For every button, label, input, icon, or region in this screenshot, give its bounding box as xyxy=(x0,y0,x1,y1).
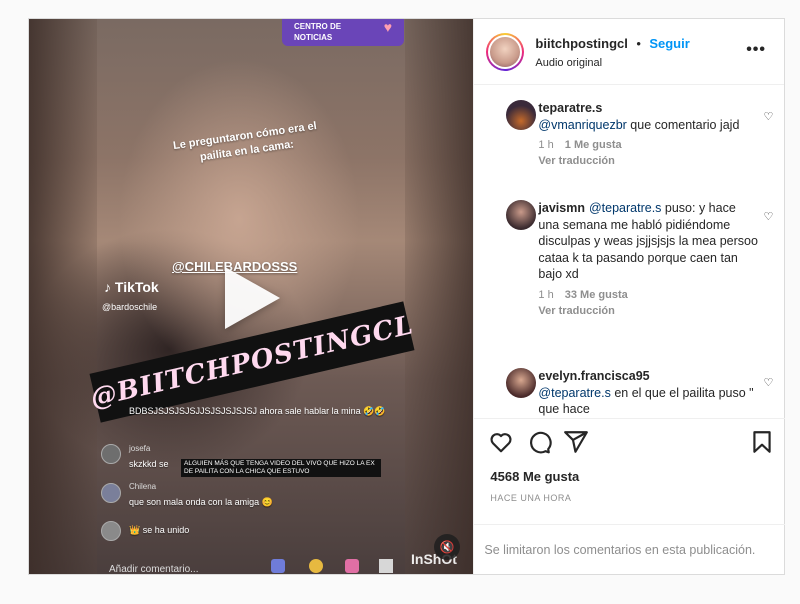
share-arrow-icon xyxy=(379,559,393,573)
comment-meta: 1 h 1 Me gusta xyxy=(538,139,758,151)
tiktok-brand: TikTok xyxy=(114,279,159,295)
post-side-panel: biitchpostingcl • Seguir Audio original … xyxy=(473,19,786,574)
avatar-inner xyxy=(488,34,523,69)
comments-list[interactable]: teparatre.s @vmanriquezbr que comentario… xyxy=(474,86,785,417)
comment-text: javismn @teparatre.s puso: y hace una sem… xyxy=(538,200,758,283)
mute-icon[interactable]: 🔇 xyxy=(434,534,460,560)
comment-time: 1 h xyxy=(538,288,554,301)
tiktok-username: @bardoschile xyxy=(102,302,158,312)
comment-item: javismn @teparatre.s puso: y hace una sem… xyxy=(506,200,758,317)
post-media[interactable]: CENTRO DE NOTICIAS ♥ Le preguntaron cómo… xyxy=(29,19,474,574)
comments-limited-notice: Se limitaron los comentarios en esta pub… xyxy=(474,524,786,574)
chat-name: josefa xyxy=(129,444,151,453)
translate-link[interactable]: Ver traducción xyxy=(538,155,758,167)
follow-button[interactable]: Seguir xyxy=(649,36,689,51)
comment-username[interactable]: evelyn.francisca95 xyxy=(538,369,649,383)
chat-message-3: que son mala onda con la amiga 😊 xyxy=(129,497,273,507)
comment-like-icon[interactable]: ♡ xyxy=(764,376,774,389)
join-avatar xyxy=(101,521,121,541)
post-time[interactable]: HACE UNA HORA xyxy=(490,493,571,503)
comment-likes[interactable]: 1 Me gusta xyxy=(565,139,622,151)
chat-join: 👑 se ha unido xyxy=(129,525,190,535)
like-icon[interactable] xyxy=(488,429,514,455)
comment-avatar[interactable] xyxy=(506,100,537,130)
video-blur-left xyxy=(29,19,97,574)
heart-icon: ♥ xyxy=(383,19,392,35)
comment-time: 1 h xyxy=(538,139,554,151)
chat-avatar xyxy=(101,444,121,464)
comment-item: evelyn.francisca95 @teparatre.s en el qu… xyxy=(506,368,758,417)
comment-avatar[interactable] xyxy=(506,368,537,398)
translate-link[interactable]: Ver traducción xyxy=(538,305,758,317)
comment-text: evelyn.francisca95 @teparatre.s en el qu… xyxy=(538,368,758,417)
video-blur-right xyxy=(405,19,474,574)
people-icon xyxy=(271,559,285,573)
comment-avatar[interactable] xyxy=(506,200,537,230)
chat-message-1: BDBSJSJSJSJSJJSJSJSJSJSJ ahora sale habl… xyxy=(129,406,386,416)
comment-like-icon[interactable]: ♡ xyxy=(764,210,774,223)
chat-join-text: se ha unido xyxy=(142,525,190,535)
header-text: biitchpostingcl • Seguir Audio original xyxy=(535,35,689,69)
comment-username[interactable]: javismn xyxy=(538,201,585,215)
avatar-image xyxy=(490,36,521,67)
chat-popup: ALGUIEN MÁS QUE TENGA VIDEO DEL VIVO QUE… xyxy=(181,459,381,477)
post-card: CENTRO DE NOTICIAS ♥ Le preguntaron cómo… xyxy=(28,18,786,575)
comment-meta: 1 h 33 Me gusta xyxy=(538,289,758,301)
emoji-icon xyxy=(309,559,323,573)
play-icon[interactable] xyxy=(225,267,280,329)
tiktok-logo: ♪ TikTok xyxy=(104,279,159,295)
comment-body: que comentario jajd xyxy=(626,117,740,132)
comment-like-icon[interactable]: ♡ xyxy=(764,110,774,123)
comment-mention[interactable]: @teparatre.s xyxy=(538,386,610,400)
comment-mention[interactable]: @teparatre.s xyxy=(589,201,661,215)
gift-icon xyxy=(345,559,359,573)
chat-avatar xyxy=(101,483,121,503)
chat-message-2: skzkkd se xyxy=(129,459,169,469)
post-header: biitchpostingcl • Seguir Audio original … xyxy=(474,19,784,85)
likes-count[interactable]: 4568 Me gusta xyxy=(490,469,579,484)
username-link[interactable]: biitchpostingcl xyxy=(535,36,627,51)
audio-link[interactable]: Audio original xyxy=(535,57,689,69)
comment-icon[interactable] xyxy=(526,429,553,455)
comment-likes[interactable]: 33 Me gusta xyxy=(565,289,628,301)
save-icon[interactable] xyxy=(749,429,775,455)
news-center-badge: CENTRO DE NOTICIAS ♥ xyxy=(282,19,404,46)
comment-text: teparatre.s @vmanriquezbr que comentario… xyxy=(538,100,758,133)
profile-avatar[interactable] xyxy=(486,32,525,71)
chat-name: Chilena xyxy=(129,482,157,491)
comment-mention[interactable]: @vmanriquezbr xyxy=(538,118,626,132)
separator-dot: • xyxy=(636,35,641,51)
comment-username[interactable]: teparatre.s xyxy=(538,101,602,115)
comment-item: teparatre.s @vmanriquezbr que comentario… xyxy=(506,100,758,167)
share-icon[interactable] xyxy=(563,429,589,455)
video-add-comment: Añadir comentario... xyxy=(109,564,199,574)
more-options-icon[interactable]: ••• xyxy=(746,41,766,59)
